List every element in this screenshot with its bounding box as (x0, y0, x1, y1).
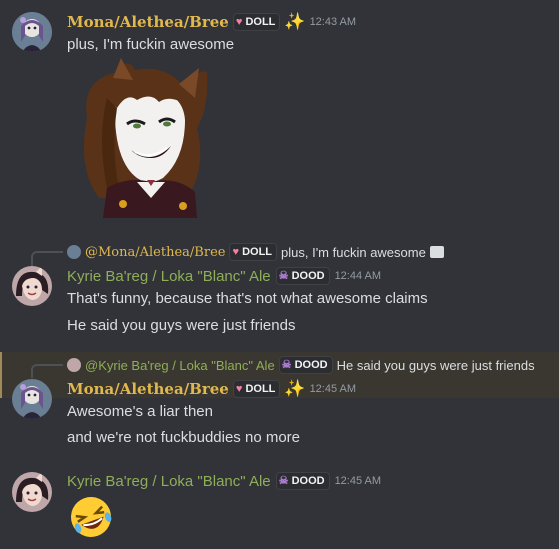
image-attachment-icon (429, 246, 444, 258)
image-attachment[interactable] (67, 58, 215, 218)
reply-preview[interactable]: @Mona/Alethea/Bree ♥ DOLL plus, I'm fuck… (67, 243, 444, 261)
highlight-bar (0, 352, 2, 398)
avatar-kyrie[interactable] (12, 472, 52, 512)
skull-icon: ☠ (278, 475, 289, 487)
reply-author: @Mona/Alethea/Bree (85, 244, 226, 260)
reply-snippet: He said you guys were just friends (336, 357, 535, 373)
reply-snippet: plus, I'm fuckin awesome (281, 244, 426, 260)
reply-avatar (67, 245, 81, 259)
heart-icon: ♥ (232, 246, 239, 258)
reply-role-tag: ☠ DOOD (278, 356, 333, 374)
reply-connector (31, 364, 63, 378)
timestamp: 12:45 AM (309, 383, 357, 395)
role-tag: ☠ DOOD (275, 472, 330, 490)
reply-role-tag: ♥ DOLL (229, 243, 278, 261)
reply-connector (31, 251, 63, 267)
message-text: plus, I'm fuckin awesome (67, 36, 235, 53)
message-text: That's funny, because that's not what aw… (67, 290, 428, 307)
avatar-mona[interactable] (12, 379, 52, 419)
heart-icon: ♥ (235, 16, 243, 28)
role-tag: ♥ DOLL (232, 13, 281, 31)
message-text: and we're not fuckbuddies no more (67, 429, 301, 446)
reply-preview[interactable]: @Kyrie Ba'reg / Loka "Blanc" Ale ☠ DOOD … (67, 356, 535, 374)
skull-icon: ☠ (278, 270, 289, 282)
role-tag: ☠ DOOD (275, 267, 330, 285)
reply-author: @Kyrie Ba'reg / Loka "Blanc" Ale (85, 357, 275, 373)
avatar-kyrie[interactable] (12, 266, 52, 306)
laughing-emoji (67, 493, 115, 541)
author-name[interactable]: Kyrie Ba'reg / Loka "Blanc" Ale (67, 268, 271, 285)
author-name[interactable]: Mona/Alethea/Bree (67, 13, 229, 31)
author-name[interactable]: Mona/Alethea/Bree (67, 380, 229, 398)
role-tag: ♥ DOLL (232, 380, 281, 398)
heart-icon: ♥ (235, 383, 243, 395)
author-name[interactable]: Kyrie Ba'reg / Loka "Blanc" Ale (67, 473, 271, 490)
timestamp: 12:44 AM (334, 270, 382, 282)
timestamp: 12:43 AM (309, 16, 357, 28)
skull-icon: ☠ (281, 359, 292, 371)
timestamp: 12:45 AM (334, 475, 382, 487)
reply-avatar (67, 358, 81, 372)
sparkles-icon: ✨ (284, 379, 306, 399)
avatar-mona[interactable] (12, 12, 52, 52)
message-text: Awesome's a liar then (67, 403, 213, 420)
message-text: He said you guys were just friends (67, 317, 296, 334)
sparkles-icon: ✨ (284, 12, 306, 32)
